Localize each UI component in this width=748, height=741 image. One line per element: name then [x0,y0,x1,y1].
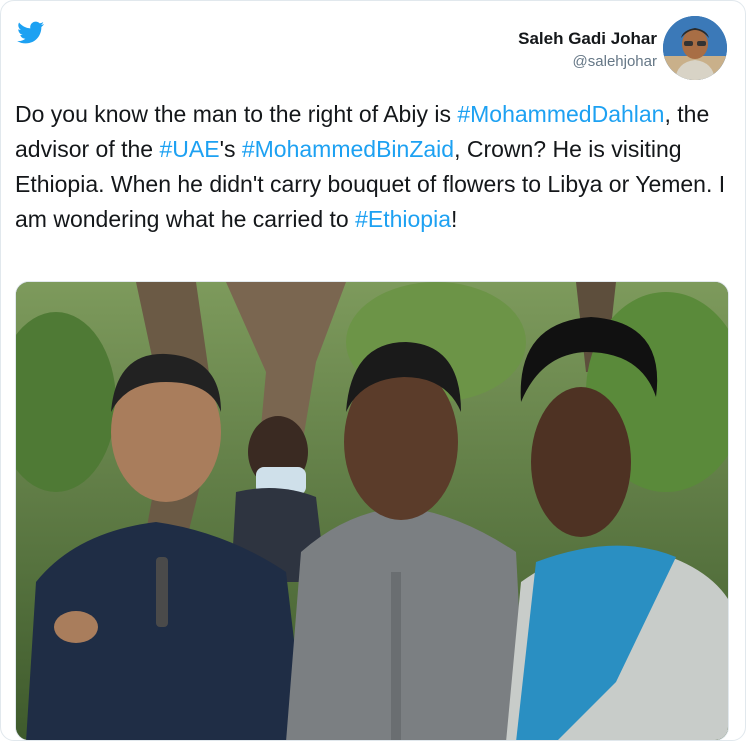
tweet-text-segment: 's [219,136,242,162]
tweet-text-segment: ! [451,206,458,232]
hashtag-link[interactable]: #MohammedBinZaid [242,136,454,162]
tweet-photo[interactable] [15,281,729,740]
hashtag-link[interactable]: #MohammedDahlan [457,101,664,127]
hashtag-link[interactable]: #UAE [159,136,219,162]
tweet-card: Saleh Gadi Johar @salehjohar Do you know… [0,0,746,741]
avatar[interactable] [663,16,727,80]
tweet-text: Do you know the man to the right of Abiy… [15,97,735,237]
author-name[interactable]: Saleh Gadi Johar [518,29,657,49]
tweet-text-segment: Do you know the man to the right of Abiy… [15,101,458,127]
twitter-bird-icon[interactable] [15,19,47,46]
author-block[interactable]: Saleh Gadi Johar @salehjohar [518,29,657,73]
hashtag-link[interactable]: #Ethiopia [355,206,451,232]
author-handle[interactable]: @salehjohar [518,51,657,73]
